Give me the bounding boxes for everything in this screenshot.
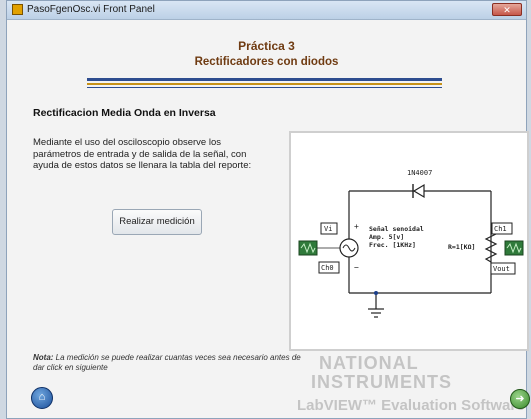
- practice-subtitle: Rectificadores con diodos: [194, 56, 339, 68]
- labview-app-icon: [12, 4, 23, 15]
- source-desc-3: Frec. [1KHz]: [369, 241, 416, 249]
- header-rule-thin: [87, 87, 442, 88]
- ni-watermark: NATIONAL INSTRUMENTS LabVIEW™ Evaluation…: [297, 353, 525, 414]
- circuit-svg: 1N4007 + − Señal senoidal Amp. 5[v] Frec…: [298, 169, 524, 318]
- source-desc-2: Amp. 5[v]: [369, 233, 404, 241]
- watermark-line1: NATIONAL: [319, 353, 419, 373]
- watermark-line3: LabVIEW™ Evaluation Software: [297, 397, 525, 414]
- note-label: Nota:: [33, 353, 54, 362]
- section-title: Rectificacion Media Onda en Inversa: [33, 107, 216, 119]
- next-arrow-icon: ➜: [515, 393, 525, 405]
- next-button[interactable]: ➜: [510, 389, 530, 409]
- ground-node: [374, 291, 378, 295]
- window-title: PasoFgenOsc.vi Front Panel: [27, 4, 155, 15]
- vi-label: Vi: [324, 225, 332, 233]
- section-description: Mediante el uso del osciloscopio observe…: [33, 137, 252, 171]
- measure-button[interactable]: Realizar medición: [112, 209, 202, 235]
- title-bar[interactable]: PasoFgenOsc.vi Front Panel ✕: [7, 1, 526, 20]
- ch0-label: Ch0: [321, 264, 334, 272]
- note-text: La medición se puede realizar cuantas ve…: [33, 353, 301, 372]
- vout-label: Vout: [493, 265, 510, 273]
- watermark-line2: INSTRUMENTS: [311, 372, 452, 392]
- header-rule-gold: [87, 83, 442, 85]
- page-header: Práctica 3 Rectificadores con diodos: [7, 39, 526, 68]
- close-button[interactable]: ✕: [492, 3, 522, 16]
- diode-label: 1N4007: [407, 169, 432, 177]
- help-note: Nota: La medición se puede realizar cuan…: [33, 353, 303, 372]
- home-icon: ⌂: [38, 391, 46, 403]
- resistor-label: R=1[KΩ]: [448, 243, 475, 251]
- circuit-diagram: 1N4007 + − Señal senoidal Amp. 5[v] Frec…: [289, 131, 529, 351]
- ch1-label: Ch1: [494, 225, 507, 233]
- practice-title: Práctica 3: [238, 39, 295, 53]
- plus-sign: +: [354, 222, 359, 231]
- minus-sign: −: [354, 263, 359, 272]
- diode-icon: [412, 183, 425, 199]
- source-desc-1: Señal senoidal: [369, 225, 424, 233]
- home-button[interactable]: ⌂: [31, 387, 53, 409]
- front-panel-window: PasoFgenOsc.vi Front Panel ✕ Práctica 3 …: [6, 0, 530, 419]
- header-rule-blue: [87, 78, 442, 81]
